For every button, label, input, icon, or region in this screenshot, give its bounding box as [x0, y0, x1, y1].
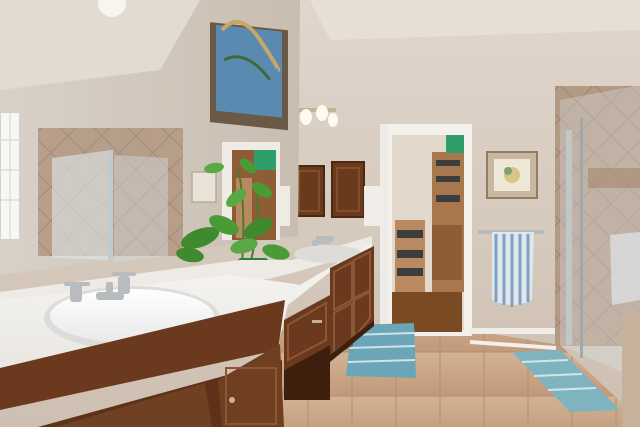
bathroom-photo [0, 0, 640, 427]
framed-artwork [486, 151, 538, 199]
framed-painting [210, 20, 288, 131]
hand-towel [364, 186, 382, 226]
walk-in-closet [380, 124, 472, 336]
